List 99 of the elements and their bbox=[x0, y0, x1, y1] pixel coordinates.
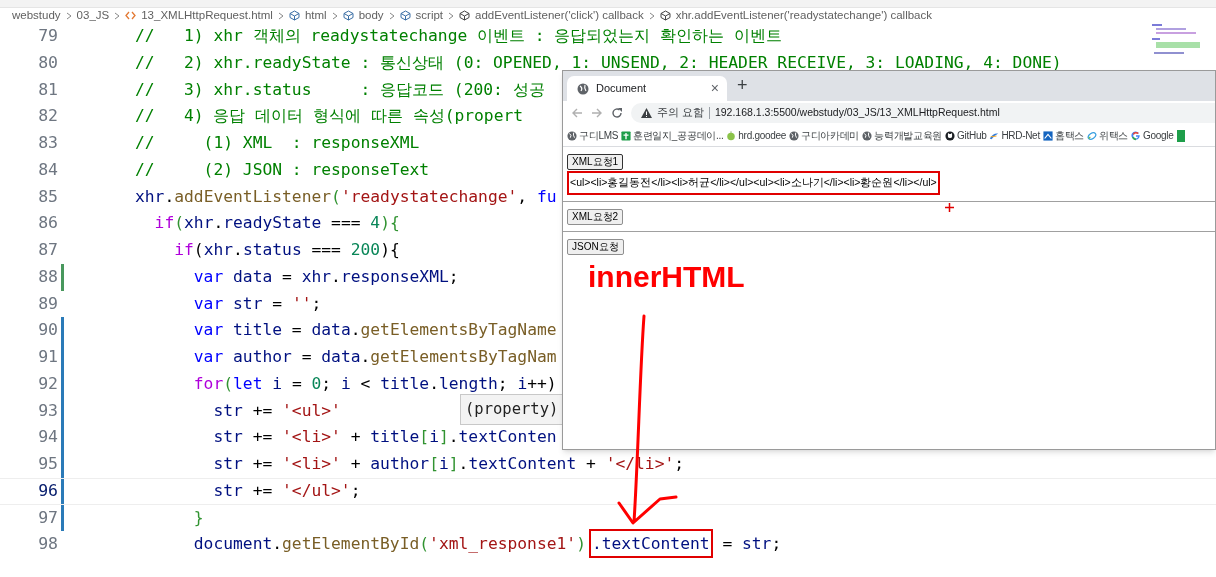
request-button[interactable]: JSON요청 bbox=[567, 238, 624, 255]
code-line: var str = ''; bbox=[192, 292, 322, 315]
line-number: 87 bbox=[37, 239, 58, 261]
ring-icon bbox=[1087, 130, 1097, 141]
bookmark[interactable]: 능력개발교육원 bbox=[862, 128, 943, 143]
cat-icon bbox=[945, 130, 956, 141]
forward-icon[interactable] bbox=[591, 107, 603, 119]
line-number: 94 bbox=[37, 426, 58, 449]
back-icon[interactable] bbox=[571, 107, 583, 119]
line-number: 81 bbox=[37, 78, 58, 101]
code-line: if(xhr.status === 200){ bbox=[173, 239, 400, 262]
line-number: 88 bbox=[37, 265, 58, 288]
crosshair-icon bbox=[945, 203, 954, 212]
chevron-icon bbox=[388, 11, 395, 20]
breadcrumb-item[interactable]: body bbox=[358, 6, 384, 25]
line-number: 83 bbox=[37, 132, 58, 154]
annotation-label: innerHTML bbox=[588, 262, 745, 292]
bookmark[interactable]: hrd.goodee bbox=[726, 128, 786, 143]
globe-icon bbox=[567, 130, 577, 141]
code-line: // (2) JSON : responseText bbox=[135, 158, 430, 181]
cube-icon bbox=[288, 10, 300, 21]
output-text: <ul><li>홍길동전</li><li>허균</li></ul><ul><li>소나기</li><li>황순원</li></ul> bbox=[567, 171, 940, 195]
line-number: 85 bbox=[37, 185, 58, 208]
chevron-icon bbox=[65, 11, 72, 20]
code-line: // (1) XML : responseXML bbox=[135, 132, 420, 155]
code-line: } bbox=[192, 506, 204, 529]
bookmark[interactable]: 구디LMS bbox=[567, 128, 619, 143]
line-number: 82 bbox=[37, 105, 58, 128]
house-icon bbox=[1042, 130, 1053, 141]
url-text: 192.168.1.3:5500/webstudy/03_JS/13_XMLHttpRequest.html bbox=[714, 105, 1000, 121]
cube-icon bbox=[459, 10, 471, 21]
cross-icon bbox=[621, 130, 632, 141]
line-number: 91 bbox=[37, 346, 58, 368]
request-button[interactable]: XML요청2 bbox=[567, 208, 624, 225]
code-line: var title = data.getElementsByTagName bbox=[192, 319, 557, 342]
chevron-icon bbox=[277, 11, 284, 20]
code-icon bbox=[125, 10, 137, 21]
bookmark[interactable]: 위택스 bbox=[1087, 128, 1129, 143]
line-number: 86 bbox=[37, 212, 58, 235]
code-line: // 1) xhr 객체의 readystatechange 이벤트 : 응답되었는지 확인하는 이벤트 bbox=[135, 25, 783, 48]
reload-icon[interactable] bbox=[611, 107, 623, 119]
tooltip: (property) bbox=[460, 394, 564, 425]
warning-icon bbox=[641, 108, 652, 118]
code-line: str += '<li>' + title[i].textConten bbox=[212, 426, 557, 449]
line-number: 93 bbox=[37, 399, 58, 422]
line-number: 96 bbox=[37, 479, 58, 502]
cube-icon bbox=[399, 10, 411, 21]
bookmark[interactable]: HRD-Net bbox=[989, 128, 1040, 143]
code-line: var author = data.getElementsByTagNam bbox=[192, 346, 557, 369]
chevron-icon bbox=[648, 11, 655, 20]
swoosh-icon bbox=[989, 130, 1000, 141]
bookmark[interactable]: 훈련일지_공공데이... bbox=[621, 128, 724, 143]
globe-icon bbox=[862, 130, 873, 141]
code-line: if(xhr.readyState === 4){ bbox=[153, 212, 400, 235]
breadcrumb-item[interactable]: addEventListener('click') callback bbox=[475, 6, 644, 25]
cube-icon bbox=[659, 10, 671, 21]
code-line: for(let i = 0; i < title.length; i++) bbox=[192, 372, 557, 395]
tab-title: Document bbox=[596, 81, 648, 97]
browser-tab[interactable]: Document × bbox=[567, 76, 727, 101]
globe-icon bbox=[788, 130, 799, 141]
code-line: document.getElementById('xml_response1') .textContent = str; bbox=[135, 532, 782, 557]
code-line: str += '</ul>'; bbox=[212, 479, 361, 502]
globe-icon bbox=[577, 82, 589, 95]
bookmark[interactable]: 구디아카데미 bbox=[788, 128, 860, 143]
line-number: 92 bbox=[37, 372, 58, 395]
line-number: 79 bbox=[37, 25, 58, 47]
line-number: 89 bbox=[37, 292, 58, 315]
line-number: 80 bbox=[37, 51, 58, 74]
bookmark[interactable]: GitHub bbox=[945, 128, 987, 143]
chevron-icon bbox=[448, 11, 455, 20]
breadcrumb-item[interactable]: script bbox=[415, 6, 444, 25]
new-tab-button[interactable]: + bbox=[737, 72, 748, 99]
line-number: 90 bbox=[37, 319, 58, 342]
breadcrumb-item[interactable]: webstudy bbox=[12, 6, 61, 25]
line-number: 95 bbox=[37, 453, 58, 475]
bookmark[interactable]: 홈택스 bbox=[1042, 128, 1084, 143]
breadcrumb-item[interactable]: html bbox=[304, 6, 327, 25]
cube-icon bbox=[342, 10, 354, 21]
breadcrumb-item[interactable]: xhr.addEventListener('readystatechange') callback bbox=[675, 6, 932, 25]
chevron-icon bbox=[114, 11, 121, 20]
security-label: 주의 요함 bbox=[657, 105, 704, 121]
address-bar[interactable]: 주의 요함 192.168.1.3:5500/webstudy/03_JS/13_XMLHttpRequest.html bbox=[631, 103, 1215, 123]
chevron-icon bbox=[331, 11, 338, 20]
request-button[interactable]: XML요청1 bbox=[567, 154, 624, 170]
code-line: // 2) xhr.readyState : 통신상태 (0: OPENED, 1: UNSEND, 2: HEADER RECEIVE, 3: LOADING, 4: DONE) bbox=[135, 51, 1062, 74]
google-icon bbox=[1131, 130, 1142, 141]
line-number: 97 bbox=[37, 506, 58, 529]
line-number: 84 bbox=[37, 158, 58, 181]
bookmark-icon[interactable] bbox=[1176, 129, 1185, 142]
code-line: str += '<ul>' bbox=[212, 399, 341, 422]
breadcrumb-item[interactable]: 03_JS bbox=[76, 6, 110, 25]
line-number: 98 bbox=[37, 533, 58, 556]
code-line: xhr.addEventListener('readystatechange', fu bbox=[135, 185, 557, 208]
breadcrumb-item[interactable]: 13_XMLHttpRequest.html bbox=[141, 6, 273, 25]
code-line: // 3) xhr.status : 응답코드 (200: 성공 bbox=[135, 78, 545, 101]
code-line: var data = xhr.responseXML; bbox=[192, 265, 459, 288]
bookmark[interactable]: Google bbox=[1131, 128, 1174, 143]
code-line: // 4) 응답 데이터 형식에 따른 속성(propert bbox=[135, 105, 524, 128]
close-button[interactable]: × bbox=[710, 78, 719, 99]
